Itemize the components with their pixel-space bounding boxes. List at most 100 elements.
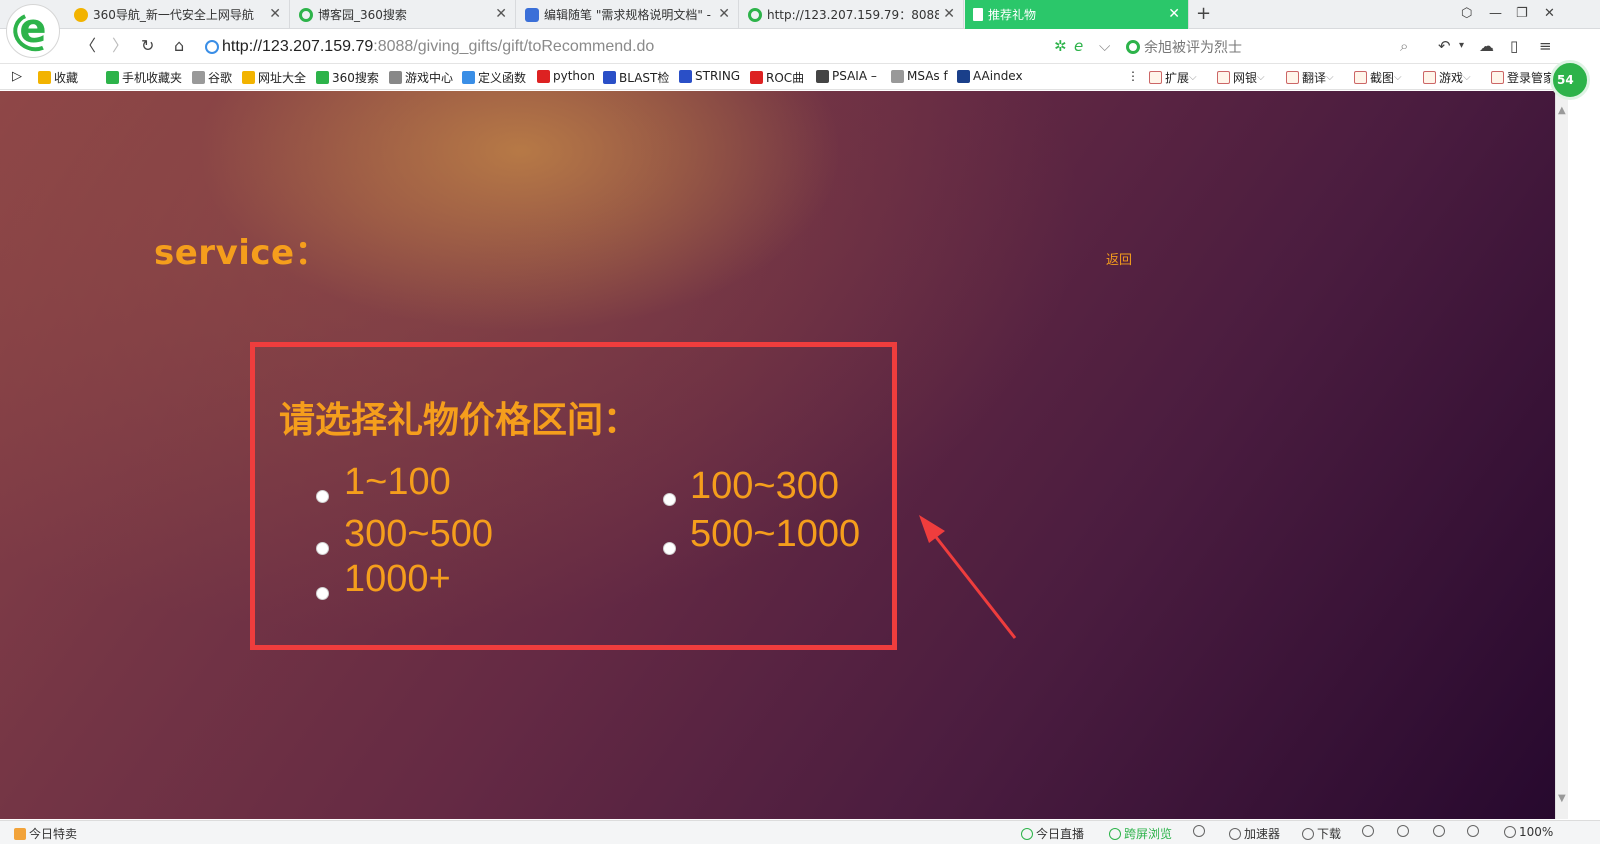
back-link[interactable]: 返回 bbox=[1106, 249, 1132, 268]
search-icon[interactable]: ⌕ bbox=[1400, 36, 1408, 56]
radio-300-500[interactable] bbox=[316, 542, 329, 555]
toolbar-item[interactable]: 网银 ⌵ bbox=[1217, 69, 1265, 86]
bookmark-item[interactable]: 游戏中心 bbox=[389, 69, 453, 86]
bookmark-item[interactable]: AAindex bbox=[957, 69, 1023, 83]
tab-recommend-gift[interactable]: 推荐礼物 ✕ bbox=[965, 0, 1189, 29]
window-close-icon[interactable]: ✕ bbox=[1544, 5, 1555, 23]
tab-server-url[interactable]: http://123.207.159.79：8088/g ✕ bbox=[740, 0, 964, 29]
status-item[interactable]: 跨屏浏览 bbox=[1109, 825, 1172, 842]
status-daily-deals[interactable]: 今日特卖 bbox=[14, 825, 77, 842]
bookmark-item[interactable]: 360搜索 bbox=[316, 69, 379, 86]
undo-icon[interactable]: ↶ bbox=[1438, 36, 1451, 56]
status-item[interactable] bbox=[1193, 825, 1208, 837]
option-label-500-1000[interactable]: 500~1000 bbox=[690, 514, 860, 554]
new-tab-button[interactable]: + bbox=[1196, 4, 1211, 24]
toolbar-item[interactable]: 截图 ⌵ bbox=[1354, 69, 1402, 86]
bookmark-item[interactable]: python bbox=[537, 69, 595, 83]
option-label-1000-plus[interactable]: 1000+ bbox=[344, 559, 451, 599]
toolbar-item[interactable]: 游戏 ⌵ bbox=[1423, 69, 1471, 86]
tab-cnblogs-search[interactable]: 博客园_360搜索 ✕ bbox=[291, 0, 516, 29]
gamepad-icon bbox=[389, 71, 402, 84]
arrow-head bbox=[919, 515, 945, 543]
menu-icon[interactable]: ≡ bbox=[1539, 36, 1552, 56]
arrow-shaft bbox=[923, 522, 1017, 639]
360-search-icon bbox=[299, 7, 313, 22]
close-icon[interactable]: ✕ bbox=[718, 6, 730, 22]
radio-500-1000[interactable] bbox=[663, 542, 676, 555]
address-bar[interactable]: http://123.207.159.79:8088/giving_gifts/… bbox=[205, 34, 1120, 59]
bookmark-item[interactable]: 网址大全 bbox=[242, 69, 306, 86]
more-bookmarks-icon[interactable]: ⋮ bbox=[1127, 69, 1139, 83]
browser-logo[interactable]: e bbox=[6, 4, 61, 58]
status-item-label: 加速器 bbox=[1244, 827, 1281, 841]
close-icon[interactable]: ✕ bbox=[1168, 6, 1180, 22]
toolbar-item[interactable]: 翻译 ⌵ bbox=[1286, 69, 1334, 86]
refresh-icon[interactable]: ↻ bbox=[141, 36, 154, 56]
restore-icon[interactable]: ❐ bbox=[1516, 5, 1528, 23]
bookmark-item[interactable]: 收藏 bbox=[38, 69, 78, 86]
minimize-icon[interactable]: — bbox=[1489, 5, 1502, 23]
bookmark-item[interactable]: PSAIA – bbox=[816, 69, 877, 83]
back-icon[interactable]: 〈 bbox=[80, 36, 96, 56]
skin-icon[interactable]: ⬡ bbox=[1461, 5, 1472, 23]
option-label-300-500[interactable]: 300~500 bbox=[344, 514, 493, 554]
radio-1-100[interactable] bbox=[316, 490, 329, 503]
status-item[interactable]: 下载 bbox=[1302, 825, 1341, 842]
tab-edit-essay[interactable]: 编辑随笔 "需求规格说明文档" - ✕ bbox=[517, 0, 739, 29]
bookmark-item[interactable]: 谷歌 bbox=[192, 69, 232, 86]
home-icon[interactable]: ⌂ bbox=[174, 36, 184, 56]
bookmark-item[interactable]: MSAs f bbox=[891, 69, 948, 83]
bookmark-item[interactable]: BLAST检 bbox=[603, 69, 669, 86]
phone-icon bbox=[106, 71, 119, 84]
radio-1000-plus[interactable] bbox=[316, 587, 329, 600]
download-icon bbox=[1302, 827, 1314, 840]
vertical-scrollbar[interactable]: ▲ ▼ bbox=[1555, 91, 1568, 819]
status-item[interactable] bbox=[1467, 825, 1482, 837]
status-item[interactable]: 今日直播 bbox=[1021, 825, 1084, 842]
status-item[interactable] bbox=[1362, 825, 1377, 837]
dropdown-icon[interactable]: ⌵ bbox=[1099, 36, 1110, 56]
search-box[interactable]: 余旭被评为烈士 bbox=[1126, 34, 1426, 59]
tab-label: 编辑随笔 "需求规格说明文档" - bbox=[544, 8, 711, 22]
tab-360-nav[interactable]: 360导航_新一代安全上网导航 ✕ bbox=[66, 0, 290, 29]
bookmark-label: AAindex bbox=[973, 69, 1023, 83]
sidebar-toggle-icon[interactable]: ▷ bbox=[12, 69, 22, 84]
bottom-strip bbox=[0, 844, 1600, 861]
option-label-100-300[interactable]: 100~300 bbox=[690, 466, 839, 506]
360-search-icon bbox=[748, 7, 762, 22]
c-icon bbox=[537, 69, 550, 83]
chevron-down-icon[interactable]: ▾ bbox=[1459, 36, 1464, 56]
scroll-down-icon[interactable]: ▼ bbox=[1558, 793, 1566, 804]
ie-mode-icon[interactable]: e bbox=[1074, 36, 1083, 56]
status-item[interactable] bbox=[1433, 825, 1448, 837]
page-icon bbox=[192, 71, 205, 84]
cloud-icon[interactable]: ☁ bbox=[1479, 36, 1494, 56]
bookmark-item[interactable]: 定义函数 bbox=[462, 69, 526, 86]
status-item-label: 跨屏浏览 bbox=[1124, 827, 1173, 841]
phone-icon[interactable]: ▯ bbox=[1510, 36, 1518, 56]
forward-icon[interactable]: 〉 bbox=[112, 36, 128, 56]
status-item[interactable]: 100% bbox=[1504, 825, 1553, 839]
status-item[interactable] bbox=[1397, 825, 1412, 837]
security-icon[interactable]: ✲ bbox=[1054, 36, 1067, 56]
bookmark-label: 网址大全 bbox=[258, 71, 307, 85]
close-icon[interactable]: ✕ bbox=[943, 6, 955, 22]
radio-100-300[interactable] bbox=[663, 493, 676, 506]
bookmark-label: STRING bbox=[695, 69, 741, 83]
option-label-1-100[interactable]: 1~100 bbox=[344, 462, 451, 502]
rocket-icon bbox=[1229, 827, 1241, 840]
logo-ring bbox=[7, 6, 61, 58]
close-icon[interactable]: ✕ bbox=[269, 6, 281, 22]
bookmark-item[interactable]: ROC曲 bbox=[750, 69, 804, 86]
scroll-up-icon[interactable]: ▲ bbox=[1558, 105, 1566, 116]
toolbar-item[interactable]: 扩展 ⌵ bbox=[1149, 69, 1197, 86]
status-item[interactable]: 加速器 bbox=[1229, 825, 1280, 842]
toolbar-item[interactable]: 登录管家 bbox=[1491, 69, 1555, 86]
bookmark-item[interactable]: 手机收藏夹 bbox=[106, 69, 182, 86]
bookmark-item[interactable]: STRING bbox=[679, 69, 740, 83]
close-icon[interactable]: ✕ bbox=[495, 6, 507, 22]
toolbar-item-label: 网银 bbox=[1233, 71, 1258, 85]
loading-icon bbox=[816, 69, 829, 83]
status-item-label: 100% bbox=[1519, 825, 1554, 839]
side-badge[interactable]: 54 bbox=[1550, 60, 1590, 100]
